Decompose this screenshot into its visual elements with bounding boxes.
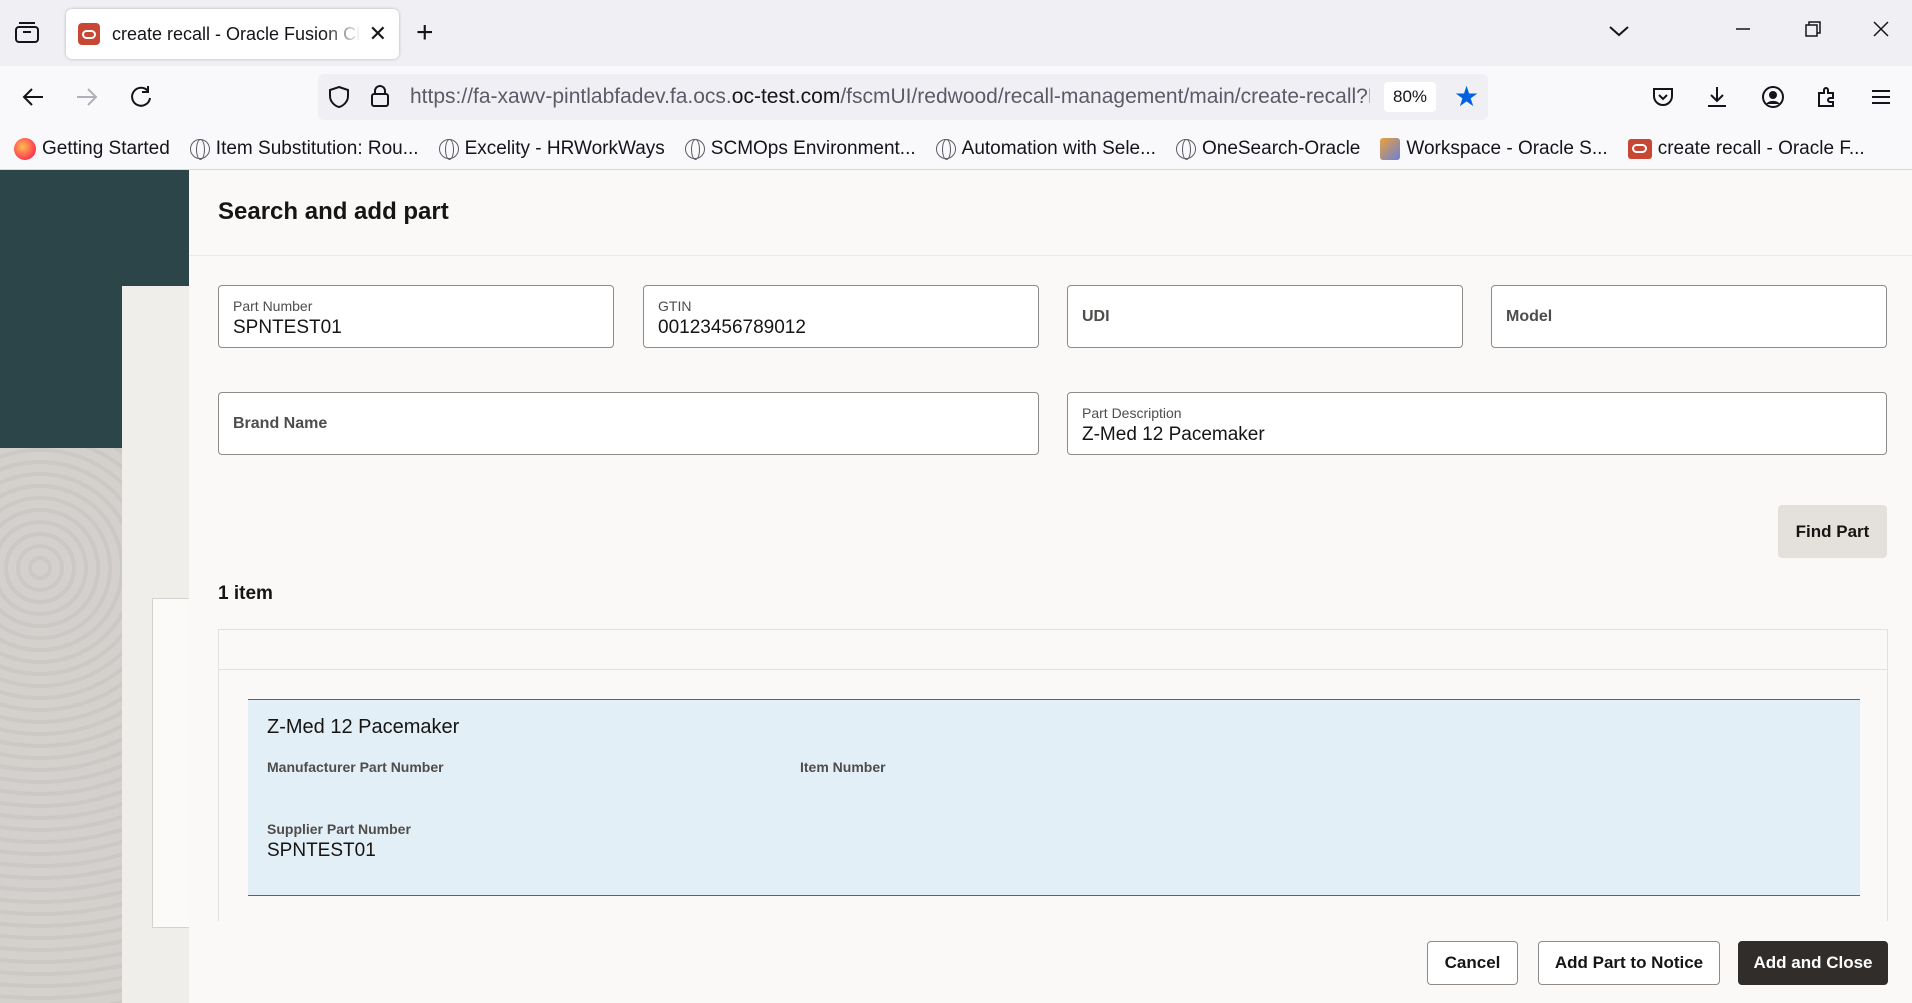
brand-name-field[interactable]: Brand Name	[218, 392, 1039, 455]
firefox-icon	[14, 137, 36, 160]
brand-name-label: Brand Name	[233, 415, 328, 432]
lock-icon[interactable]	[370, 84, 390, 113]
bookmarks-toolbar: Getting Started Item Substitution: Rou..…	[0, 128, 1912, 170]
bookmark-scmops[interactable]: SCMOps Environment...	[684, 138, 916, 160]
tab-overflow-chevron-icon[interactable]	[1608, 18, 1630, 44]
globe-icon	[684, 138, 705, 160]
model-label: Model	[1506, 308, 1553, 325]
workspace-icon	[1380, 137, 1401, 160]
results-list: Z-Med 12 Pacemaker Manufacturer Part Num…	[218, 629, 1888, 929]
forward-arrow-icon[interactable]	[70, 80, 104, 114]
bookmark-star-icon[interactable]: ★	[1454, 80, 1479, 113]
results-list-header	[219, 630, 1887, 670]
add-part-to-notice-button[interactable]: Add Part to Notice	[1538, 941, 1720, 985]
url-text[interactable]: https://fa-xawv-pintlabfadev.fa.ocs.oc-t…	[410, 74, 1370, 120]
gtin-value[interactable]: 00123456789012	[658, 317, 806, 339]
model-field[interactable]: Model	[1491, 285, 1887, 348]
minimize-icon[interactable]	[1734, 18, 1752, 44]
bookmark-item-substitution[interactable]: Item Substitution: Rou...	[189, 138, 419, 160]
part-number-field[interactable]: Part Number SPNTEST01	[218, 285, 614, 348]
restore-icon[interactable]	[1804, 18, 1822, 44]
tab-close-icon[interactable]: ✕	[369, 21, 387, 47]
drawer-footer: Cancel Add Part to Notice Add and Close	[189, 921, 1912, 1003]
globe-icon	[935, 138, 956, 160]
result-count: 1 item	[218, 583, 273, 604]
add-and-close-button[interactable]: Add and Close	[1738, 941, 1888, 985]
globe-icon	[438, 138, 459, 160]
new-tab-icon[interactable]: +	[416, 16, 434, 50]
part-description-value[interactable]: Z-Med 12 Pacemaker	[1082, 424, 1265, 446]
reload-icon[interactable]	[124, 80, 158, 114]
search-add-part-drawer: Search and add part Part Number SPNTEST0…	[189, 170, 1912, 1003]
globe-icon	[189, 138, 210, 160]
bookmark-excelity[interactable]: Excelity - HRWorkWays	[438, 138, 665, 160]
result-part-name: Z-Med 12 Pacemaker	[267, 716, 460, 738]
part-number-label: Part Number	[233, 298, 313, 314]
bookmark-getting-started[interactable]: Getting Started	[14, 137, 170, 160]
cancel-button[interactable]: Cancel	[1427, 941, 1518, 985]
gtin-label: GTIN	[658, 298, 692, 314]
downloads-icon[interactable]	[1700, 80, 1734, 114]
back-arrow-icon[interactable]	[16, 80, 50, 114]
list-item[interactable]: Z-Med 12 Pacemaker Manufacturer Part Num…	[248, 699, 1860, 896]
tab-list-icon[interactable]	[12, 18, 42, 48]
zoom-level-badge[interactable]: 80%	[1384, 82, 1436, 112]
udi-field[interactable]: UDI	[1067, 285, 1463, 348]
url-bar[interactable]: https://fa-xawv-pintlabfadev.fa.ocs.oc-t…	[318, 74, 1488, 120]
oracle-favicon-icon	[1627, 138, 1652, 159]
gtin-field[interactable]: GTIN 00123456789012	[643, 285, 1039, 348]
part-number-value[interactable]: SPNTEST01	[233, 317, 342, 339]
supplier-part-number-label: Supplier Part Number	[267, 821, 411, 837]
tab-title: create recall - Oracle Fusion Cloud	[112, 23, 361, 44]
drawer-title: Search and add part	[218, 198, 449, 225]
browser-tab-active[interactable]: create recall - Oracle Fusion Cloud ✕	[66, 9, 399, 59]
bookmark-automation[interactable]: Automation with Sele...	[935, 138, 1156, 160]
extensions-icon[interactable]	[1810, 80, 1844, 114]
browser-tab-bar: create recall - Oracle Fusion Cloud ✕ +	[0, 0, 1912, 66]
bookmark-workspace[interactable]: Workspace - Oracle S...	[1380, 137, 1608, 160]
item-number-label: Item Number	[800, 759, 886, 775]
account-icon[interactable]	[1756, 80, 1790, 114]
drawer-header: Search and add part	[189, 170, 1912, 256]
bookmark-onesearch[interactable]: OneSearch-Oracle	[1175, 138, 1360, 160]
find-part-button[interactable]: Find Part	[1778, 505, 1887, 558]
menu-hamburger-icon[interactable]	[1864, 80, 1898, 114]
part-description-field[interactable]: Part Description Z-Med 12 Pacemaker	[1067, 392, 1887, 455]
supplier-part-number-value: SPNTEST01	[267, 840, 376, 861]
pocket-icon[interactable]	[1646, 80, 1680, 114]
tracking-shield-icon[interactable]	[328, 85, 350, 114]
globe-icon	[1175, 138, 1196, 160]
udi-label: UDI	[1082, 308, 1110, 325]
window-close-icon[interactable]	[1872, 18, 1890, 44]
manufacturer-part-number-label: Manufacturer Part Number	[267, 759, 444, 775]
browser-nav-bar: https://fa-xawv-pintlabfadev.fa.ocs.oc-t…	[0, 66, 1912, 128]
oracle-favicon-icon	[78, 23, 100, 45]
bookmark-create-recall[interactable]: create recall - Oracle F...	[1627, 138, 1865, 160]
part-description-label: Part Description	[1082, 405, 1182, 421]
